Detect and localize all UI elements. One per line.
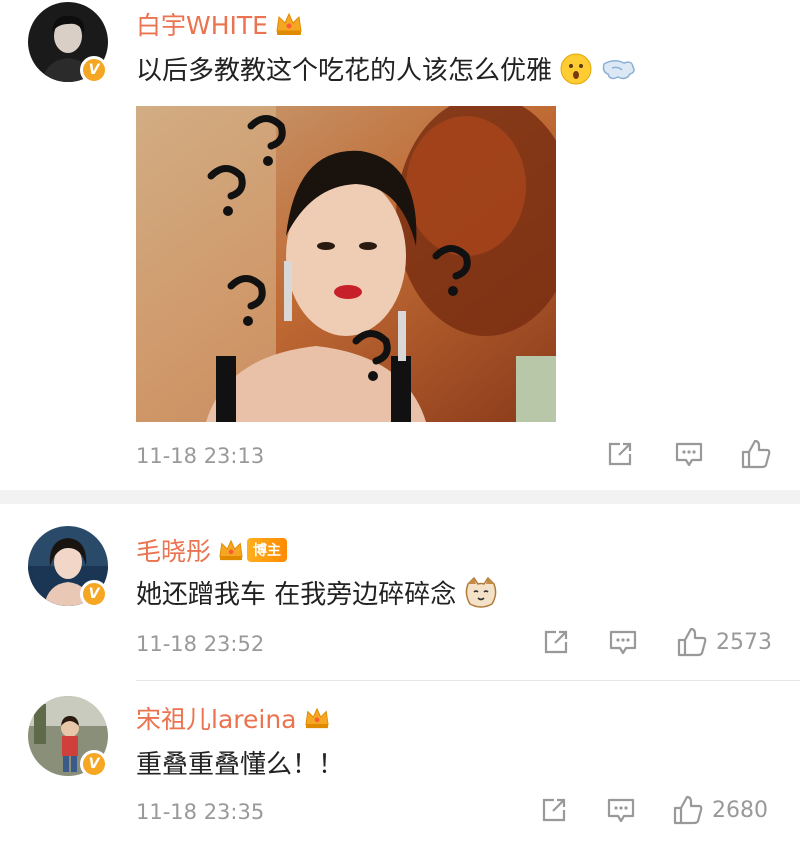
comment-text: 重叠重叠懂么！！ — [136, 744, 344, 781]
comment-text: 以后多教教这个吃花的人该怎么优雅 — [136, 50, 636, 87]
thumbs-up-icon — [673, 795, 703, 825]
blogger-badge: 博主 — [247, 538, 288, 562]
comment-button[interactable] — [606, 796, 636, 824]
comment-author[interactable]: 白宇WHITE — [136, 6, 304, 42]
comment-icon — [675, 442, 703, 467]
surprised-emoji-icon — [560, 53, 592, 84]
like-button[interactable] — [740, 438, 772, 470]
share-icon — [544, 630, 568, 654]
comment-text: 她还蹭我车 在我旁边碎碎念 — [136, 574, 498, 611]
author-name[interactable]: 毛晓彤 — [136, 532, 211, 568]
verified-badge-icon: V — [80, 580, 108, 608]
crown-icon — [304, 707, 329, 729]
comment-author[interactable]: 宋祖儿lareina — [136, 700, 331, 736]
verified-badge-icon: V — [80, 750, 108, 778]
share-icon — [608, 442, 632, 466]
cat-emoji-icon — [465, 576, 497, 608]
comment-button[interactable] — [674, 440, 704, 468]
like-button[interactable]: 2573 — [676, 626, 772, 658]
comment-text-content: 重叠重叠懂么！！ — [136, 750, 345, 780]
comment-text-content: 以后多教教这个吃花的人该怎么优雅 — [136, 56, 553, 86]
author-name[interactable]: 白宇WHITE — [136, 6, 268, 42]
like-count: 2680 — [712, 797, 768, 823]
share-button[interactable] — [606, 440, 634, 468]
share-icon — [542, 798, 566, 822]
verified-badge-icon: V — [80, 56, 108, 84]
crown-icon — [219, 539, 243, 561]
comment-divider — [136, 680, 800, 681]
comment-author[interactable]: 毛晓彤 博主 — [136, 532, 288, 568]
comment-icon — [607, 798, 635, 823]
crown-icon — [276, 12, 302, 35]
section-divider — [0, 490, 800, 504]
like-count: 2573 — [716, 629, 772, 655]
comment-image[interactable] — [136, 106, 556, 422]
comment-icon — [609, 630, 637, 655]
dash-emoji-icon — [602, 59, 635, 79]
like-button[interactable]: 2680 — [672, 794, 768, 826]
author-name[interactable]: 宋祖儿lareina — [136, 700, 297, 736]
photo-illustration — [136, 106, 556, 422]
comment-time: 11-18 23:35 — [136, 800, 265, 824]
thumbs-up-icon — [677, 627, 707, 657]
comment-time: 11-18 23:13 — [136, 444, 265, 468]
comment-button[interactable] — [608, 628, 638, 656]
comment-time: 11-18 23:52 — [136, 632, 265, 656]
share-button[interactable] — [540, 796, 568, 824]
share-button[interactable] — [542, 628, 570, 656]
thumbs-up-icon — [741, 439, 771, 469]
comment-text-content: 她还蹭我车 在我旁边碎碎念 — [136, 580, 457, 610]
